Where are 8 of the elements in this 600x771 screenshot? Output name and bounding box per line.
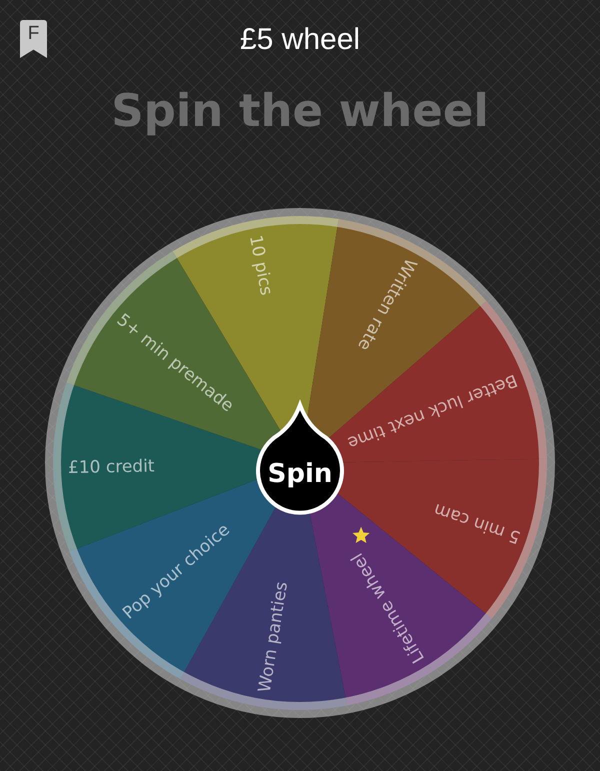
page-title: £5 wheel [240, 23, 360, 57]
segment-label: Better luck next time [344, 370, 520, 453]
segment-label: £10 credit [68, 456, 155, 478]
segment-label: Worn panties [254, 580, 292, 694]
segment-label: 10 pics [244, 234, 276, 297]
heading: Spin the wheel [111, 84, 489, 137]
bookmark-badge[interactable]: F [20, 20, 47, 58]
segment-label: 5 min cam [431, 498, 523, 548]
